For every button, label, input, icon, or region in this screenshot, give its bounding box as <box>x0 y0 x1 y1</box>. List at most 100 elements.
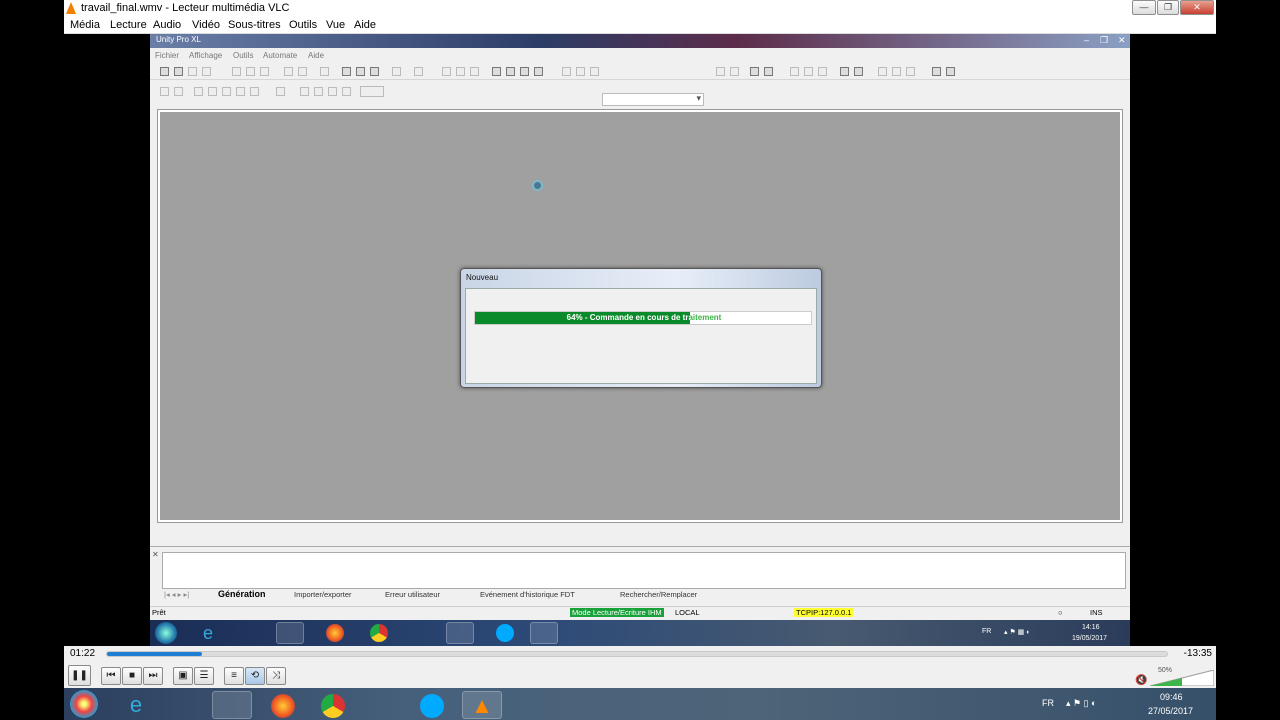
extended-settings-icon[interactable]: ☰ <box>194 667 214 685</box>
progress-label-inverse: 64% - Commande en cours de traitement <box>566 313 690 322</box>
ie-icon: e <box>202 623 213 643</box>
unity-app-icon <box>530 622 558 644</box>
vlc-taskbar-icon[interactable]: ▲ <box>462 691 502 719</box>
next-icon[interactable]: ⏭ <box>143 667 163 685</box>
zoom-icon <box>370 67 379 76</box>
volume-level <box>1150 678 1182 686</box>
menu-aide[interactable]: Aide <box>354 19 376 31</box>
vlc-cone-icon <box>66 2 76 14</box>
window-title: travail_final.wmv - Lecteur multimédia V… <box>81 2 290 14</box>
restore-button[interactable]: ❐ <box>1157 0 1179 15</box>
init-icon <box>520 67 529 76</box>
progress-label-overlay: 64% - Commande en cours de traitement <box>475 312 690 324</box>
unity-toolbar-2 <box>150 82 390 100</box>
menu-media[interactable]: Média <box>70 19 100 31</box>
language-indicator[interactable]: FR <box>1042 698 1054 708</box>
media-center-icon[interactable] <box>162 691 202 719</box>
hand-icon <box>160 87 169 96</box>
screen-icon <box>854 67 863 76</box>
internet-explorer-icon[interactable]: e <box>116 691 156 719</box>
shuffle-icon[interactable]: ⤨ <box>266 667 286 685</box>
menu-lecture[interactable]: Lecture <box>110 19 147 31</box>
stop-icon[interactable]: ■ <box>122 667 142 685</box>
tile-icon <box>892 67 901 76</box>
table-icon <box>840 67 849 76</box>
inner-tray-icons: ▴ ⚑ ▦ ◐ <box>1004 629 1031 636</box>
chrome-app-icon[interactable] <box>321 694 345 718</box>
taskbar: e ▲ FR ▴ ⚑ ▯ ◐ 09:46 27/05/2017 <box>64 688 1216 720</box>
firefox-app-icon[interactable] <box>271 694 295 718</box>
replace-icon <box>356 67 365 76</box>
explorer-icon <box>276 622 304 644</box>
output-pane: ✕ |◂ ◂ ▸ ▸| Génération Importer/exporter… <box>150 546 1130 600</box>
tray-icons[interactable]: ▴ ⚑ ▯ ◐ <box>1066 698 1096 709</box>
save-icon <box>188 67 197 76</box>
title-bar: travail_final.wmv - Lecteur multimédia V… <box>64 0 1216 17</box>
validate-icon <box>320 67 329 76</box>
mute-icon[interactable]: 🔇 <box>1135 675 1147 686</box>
inner-lang: FR <box>982 628 992 635</box>
fullscreen-icon[interactable]: ▣ <box>173 667 193 685</box>
menu-sous-titres[interactable]: Sous-titres <box>228 19 281 31</box>
rung-icon <box>194 87 203 96</box>
unity-title: Unity Pro XL <box>156 35 201 44</box>
playlist-icon[interactable]: ≡ <box>224 667 244 685</box>
context-help-icon <box>946 67 955 76</box>
volume-slider[interactable] <box>1150 670 1214 686</box>
menu-outils[interactable]: Outils <box>289 19 317 31</box>
monitor-icon <box>764 67 773 76</box>
close-button[interactable]: ✕ <box>1180 0 1214 15</box>
recorded-taskbar: e FR ▴ ⚑ ▦ ◐ 14:16 19/05/2017 <box>150 620 1130 646</box>
tab-evenement-historique: Evénement d'historique FDT <box>480 590 575 599</box>
block-icon <box>250 87 259 96</box>
build-icon <box>414 67 423 76</box>
tab-nav-arrows-icon: |◂ ◂ ▸ ▸| <box>164 590 190 599</box>
media-player-icon <box>234 622 262 644</box>
find-icon <box>342 67 351 76</box>
nouveau-dialog: Nouveau 64% - Commande en cours de trait… <box>460 268 822 388</box>
unity-menu-bar: Fichier Affichage Outils Automate Aide <box>150 50 1130 62</box>
pause-button[interactable]: ❚❚ <box>68 665 91 686</box>
transfer-icon <box>470 67 479 76</box>
pane-close-icon: ✕ <box>152 550 159 559</box>
seek-progress <box>107 652 203 656</box>
disconnect-icon <box>456 67 465 76</box>
matlab-app-icon[interactable] <box>364 691 404 719</box>
loop-icon[interactable]: ⟲ <box>245 667 265 685</box>
output-text <box>162 552 1126 589</box>
status-ins: INS <box>1090 608 1103 617</box>
menu-audio[interactable]: Audio <box>153 19 181 31</box>
link-icon <box>236 87 245 96</box>
clock-time[interactable]: 09:46 <box>1160 692 1183 702</box>
skype-app-icon[interactable] <box>420 694 444 718</box>
seek-bar[interactable] <box>106 651 1168 657</box>
inner-date: 19/05/2017 <box>1072 635 1108 642</box>
remaining-time[interactable]: -13:35 <box>1184 648 1212 659</box>
file-explorer-icon[interactable] <box>212 691 252 719</box>
new-icon <box>160 67 169 76</box>
camera-icon <box>300 87 309 96</box>
binoculars-icon <box>590 67 599 76</box>
previous-icon[interactable]: ⏮ <box>101 667 121 685</box>
clock-date[interactable]: 27/05/2017 <box>1148 706 1193 716</box>
run-icon <box>492 67 501 76</box>
unity-close-icon: ✕ <box>1118 35 1126 45</box>
unity-menu-automate: Automate <box>263 51 298 60</box>
unity-menu-outils: Outils <box>233 51 254 60</box>
step-icon <box>576 67 585 76</box>
stop-plc-icon <box>506 67 515 76</box>
search-plc-icon <box>328 87 337 96</box>
start-button-icon[interactable] <box>70 690 98 718</box>
unity-pro-window: Unity Pro XL – ❐ ✕ Fichier Affichage Out… <box>150 34 1130 646</box>
video-area[interactable]: Unity Pro XL – ❐ ✕ Fichier Affichage Out… <box>64 34 1216 646</box>
busy-cursor-icon <box>532 180 543 191</box>
connect-icon <box>442 67 451 76</box>
menu-video[interactable]: Vidéo <box>192 19 220 31</box>
unity-menu-aide: Aide <box>308 51 325 60</box>
unity-restore-icon: ❐ <box>1100 35 1109 45</box>
minimize-button[interactable]: — <box>1132 0 1156 15</box>
window-icon <box>906 67 915 76</box>
menu-vue[interactable]: Vue <box>326 19 345 31</box>
tab-generation: Génération <box>218 589 266 599</box>
coil-icon <box>222 87 231 96</box>
